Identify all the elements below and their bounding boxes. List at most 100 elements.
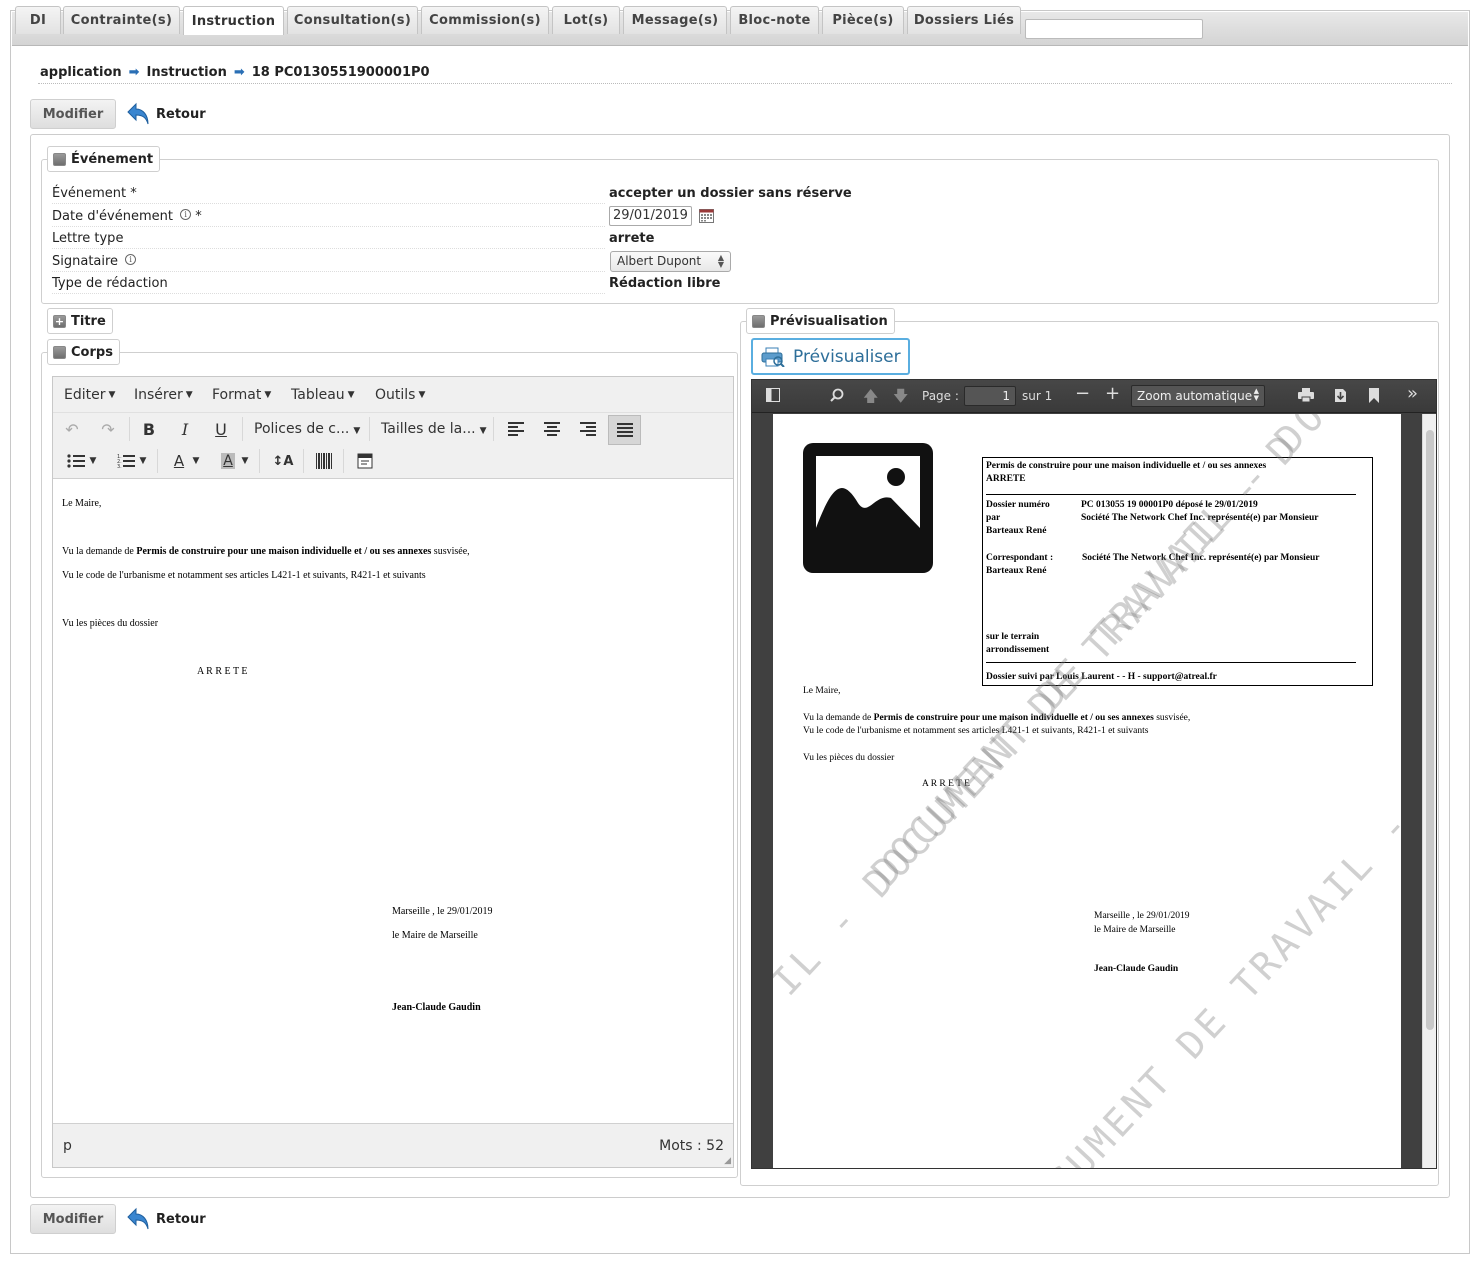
zoom-select[interactable]: Zoom automatique ▲ ▼ xyxy=(1131,385,1265,407)
chevron-down-icon[interactable]: ▼ xyxy=(188,447,204,475)
search-icon[interactable] xyxy=(830,388,844,405)
preview-button[interactable]: Prévisualiser xyxy=(751,338,910,375)
tab-commissions[interactable]: Commission(s) xyxy=(421,6,549,34)
print-icon[interactable] xyxy=(1298,388,1314,405)
scrollbar-thumb[interactable] xyxy=(1426,430,1434,1030)
header-arrondissement: arrondissement xyxy=(986,645,1050,655)
collapse-toggle-icon xyxy=(53,152,66,166)
chevron-down-icon[interactable]: ▼ xyxy=(85,447,101,475)
toolbar-separator xyxy=(259,449,260,473)
tab-search-input[interactable] xyxy=(1025,19,1203,39)
preview-vu-code: Vu le code de l'urbanisme et notamment s… xyxy=(803,726,1149,736)
editor-arrete: A R R E T E xyxy=(197,666,248,677)
rich-text-editor: Editer ▼ Insérer ▼ Format ▼ Tableau ▼ Outils… xyxy=(52,376,734,1168)
calendar-icon[interactable] xyxy=(699,208,714,223)
toolbar-separator xyxy=(157,449,158,473)
modify-button-bottom[interactable]: Modifier xyxy=(30,1204,116,1234)
pdf-scrollbar[interactable] xyxy=(1422,414,1436,1168)
breadcrumb-dossier: 18 PC0130551900001P0 xyxy=(251,64,430,80)
merge-field-icon[interactable] xyxy=(350,447,380,475)
tab-consultations[interactable]: Consultation(s) xyxy=(287,6,418,34)
date-evenement-input[interactable]: 29/01/2019 xyxy=(609,206,692,226)
header-par-value2: Barteaux René xyxy=(986,526,1047,536)
tab-instruction[interactable]: Instruction xyxy=(183,6,284,35)
editor-greeting: Le Maire, xyxy=(62,498,102,509)
font-size-select[interactable]: Tailles de la... ▼ xyxy=(381,421,487,437)
pdf-page: Permis de construire pour une maison ind… xyxy=(773,414,1401,1169)
menu-editer[interactable]: Editer ▼ xyxy=(64,387,115,403)
tab-di[interactable]: DI xyxy=(15,6,61,34)
label-type-redaction: Type de rédaction xyxy=(52,276,168,291)
next-page-icon[interactable]: 🡇 xyxy=(893,388,908,404)
pdf-toolbar: 🡅 🡇 Page : 1 sur 1 − + Zoom automatique ▲… xyxy=(752,380,1436,413)
back-label: Retour xyxy=(156,106,206,122)
tab-messages[interactable]: Message(s) xyxy=(623,6,727,34)
bookmark-icon[interactable] xyxy=(1369,388,1379,406)
pdf-viewer: 🡅 🡇 Page : 1 sur 1 − + Zoom automatique ▲… xyxy=(751,379,1437,1169)
preview-legend[interactable]: Prévisualisation xyxy=(746,308,895,334)
preview-signer-title: le Maire de Marseille xyxy=(1094,925,1176,935)
sidebar-toggle-icon[interactable] xyxy=(766,388,780,405)
menu-format[interactable]: Format ▼ xyxy=(212,387,271,403)
label-signataire-wrap: Signataire i xyxy=(52,254,137,269)
font-size-adjust-icon[interactable]: ↕A xyxy=(268,447,298,475)
breadcrumb-instruction[interactable]: Instruction xyxy=(147,65,227,80)
tab-lots[interactable]: Lot(s) xyxy=(552,6,620,34)
back-link-top[interactable]: Retour xyxy=(126,99,206,129)
underline-icon[interactable]: U xyxy=(206,415,236,443)
align-right-icon[interactable] xyxy=(573,415,603,443)
tab-pieces[interactable]: Pièce(s) xyxy=(822,6,904,34)
menu-outils[interactable]: Outils ▼ xyxy=(375,387,425,403)
corps-legend-label: Corps xyxy=(71,344,113,360)
resize-handle-icon[interactable]: ◢ xyxy=(724,1156,731,1166)
header-dossier-label: Dossier numéro xyxy=(986,500,1050,510)
menu-inserer[interactable]: Insérer ▼ xyxy=(134,387,193,403)
italic-icon[interactable]: I xyxy=(170,415,200,443)
bold-icon[interactable]: B xyxy=(134,415,164,443)
label-date: Date d'événement xyxy=(52,209,173,224)
menu-tableau[interactable]: Tableau ▼ xyxy=(291,387,355,403)
tab-contraintes[interactable]: Contrainte(s) xyxy=(63,6,180,34)
breadcrumb: application ➡ Instruction ➡ 18 PC0130551… xyxy=(40,62,1452,82)
align-justify-icon[interactable] xyxy=(608,415,641,445)
preview-legend-label: Prévisualisation xyxy=(770,313,888,329)
image-placeholder-icon xyxy=(803,443,933,573)
tab-bloc-note[interactable]: Bloc-note xyxy=(730,6,819,34)
font-family-select[interactable]: Polices de c... ▼ xyxy=(254,421,360,437)
row-lettre-type: Lettre type xyxy=(52,227,605,249)
breadcrumb-application[interactable]: application xyxy=(40,65,122,80)
modify-button-top[interactable]: Modifier xyxy=(30,99,116,129)
zoom-out-icon[interactable]: − xyxy=(1075,385,1090,403)
redo-icon[interactable]: ↷ xyxy=(93,415,123,443)
info-icon[interactable]: i xyxy=(125,254,137,265)
tools-menu-icon[interactable]: » xyxy=(1407,385,1418,403)
tab-dossiers-lies[interactable]: Dossiers Liés xyxy=(907,6,1021,34)
info-icon[interactable]: i xyxy=(180,209,192,220)
back-link-bottom[interactable]: Retour xyxy=(126,1204,206,1234)
editor-signer-title: le Maire de Marseille xyxy=(392,930,478,941)
signataire-select[interactable]: Albert Dupont ▲ ▼ xyxy=(610,251,731,272)
align-center-icon[interactable] xyxy=(537,415,567,443)
select-arrows-icon: ▲ ▼ xyxy=(717,253,724,269)
titre-legend[interactable]: + Titre xyxy=(47,308,113,334)
editor-vu-demande: Vu la demande de Permis de construire po… xyxy=(62,546,470,557)
header-correspondant-value2: Barteaux René xyxy=(986,566,1047,576)
chevron-down-icon[interactable]: ▼ xyxy=(135,447,151,475)
preview-signer-name: Jean-Claude Gaudin xyxy=(1094,964,1179,974)
preview-button-label: Prévisualiser xyxy=(793,346,901,367)
watermark-text: DOCUMENT DE TRAVAIL - xyxy=(1003,801,1401,1169)
editor-content[interactable]: Le Maire, Vu la demande de Permis de con… xyxy=(53,480,733,1123)
zoom-in-icon[interactable]: + xyxy=(1105,385,1120,403)
element-path[interactable]: p xyxy=(63,1138,72,1154)
editor-vu-pieces: Vu les pièces du dossier xyxy=(62,618,159,629)
barcode-icon[interactable] xyxy=(309,447,339,475)
corps-legend[interactable]: Corps xyxy=(47,339,120,365)
undo-icon[interactable]: ↶ xyxy=(57,415,87,443)
chevron-down-icon[interactable]: ▼ xyxy=(237,447,253,475)
align-left-icon[interactable] xyxy=(501,415,531,443)
page-number-input[interactable]: 1 xyxy=(964,386,1016,406)
download-icon[interactable] xyxy=(1334,388,1347,406)
previous-page-icon[interactable]: 🡅 xyxy=(863,388,878,404)
evenement-legend[interactable]: Événement xyxy=(47,146,161,172)
editor-menubar: Editer ▼ Insérer ▼ Format ▼ Tableau ▼ Outils… xyxy=(53,377,733,413)
